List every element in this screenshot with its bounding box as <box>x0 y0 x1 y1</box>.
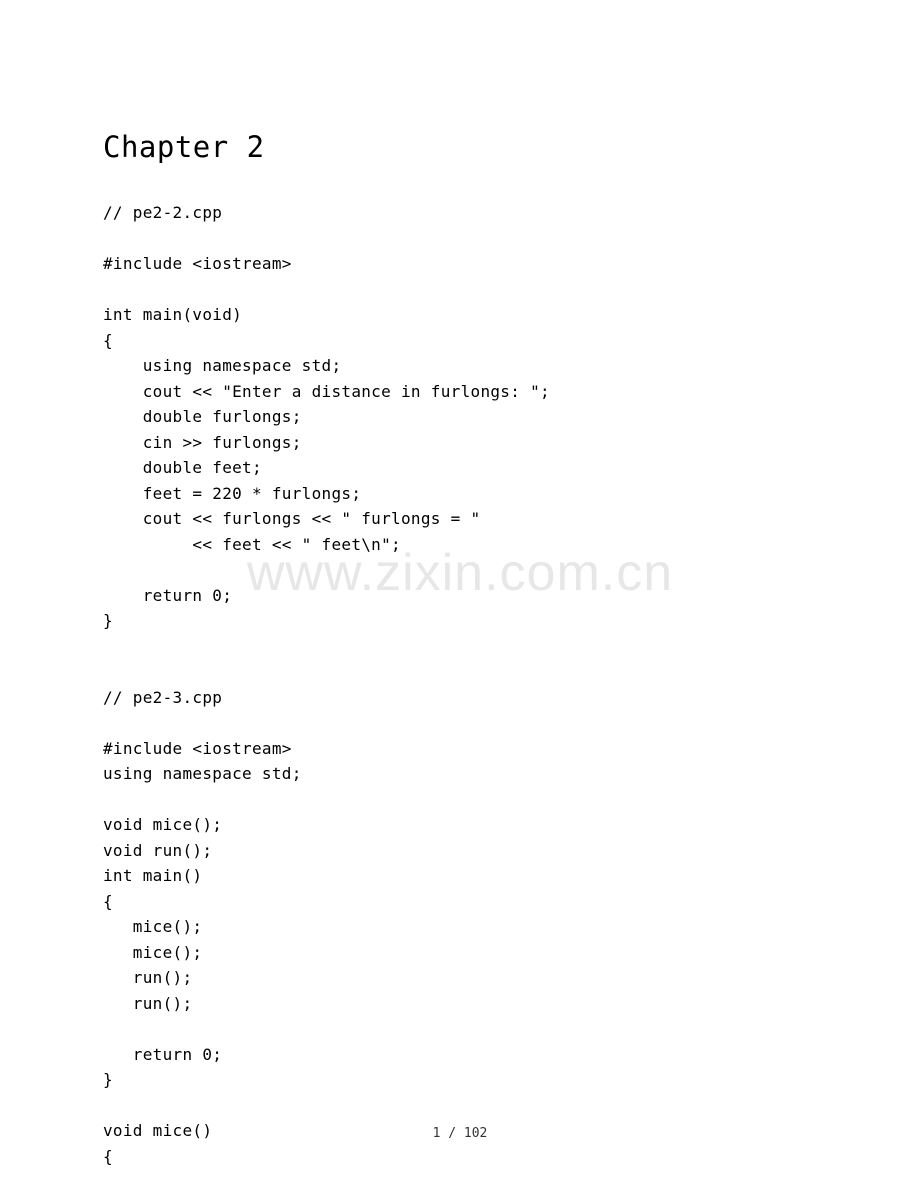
chapter-heading: Chapter 2 <box>103 130 817 164</box>
code-block: // pe2-2.cpp #include <iostream> int mai… <box>103 200 817 1169</box>
document-page: Chapter 2 // pe2-2.cpp #include <iostrea… <box>0 0 920 1169</box>
